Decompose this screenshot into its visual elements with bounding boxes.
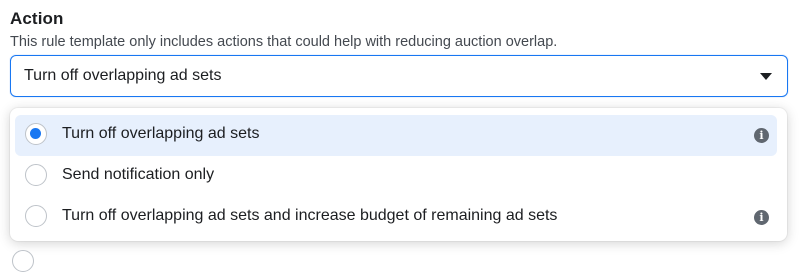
option-label: Turn off overlapping ad sets (62, 125, 260, 142)
radio-button[interactable] (25, 164, 47, 186)
option-turn-off-and-increase-budget[interactable]: Turn off overlapping ad sets and increas… (15, 197, 777, 238)
section-description: This rule template only includes actions… (10, 34, 558, 50)
dropdown-menu: Turn off overlapping ad sets i Send noti… (10, 108, 787, 241)
option-label: Turn off overlapping ad sets and increas… (62, 207, 558, 224)
option-label: Send notification only (62, 166, 215, 183)
radio-button-checked[interactable] (25, 123, 47, 145)
select-value: Turn off overlapping ad sets (24, 67, 222, 84)
option-turn-off-overlapping[interactable]: Turn off overlapping ad sets i (15, 115, 777, 156)
info-icon[interactable]: i (754, 128, 769, 143)
section-title: Action (10, 9, 64, 28)
radio-button[interactable] (25, 205, 47, 227)
action-select[interactable]: Turn off overlapping ad sets (10, 55, 788, 97)
info-icon[interactable]: i (754, 210, 769, 225)
option-send-notification[interactable]: Send notification only (15, 156, 777, 197)
radio-dot (30, 128, 41, 139)
radio-button-partial[interactable] (12, 250, 34, 272)
caret-down-icon (760, 73, 772, 80)
